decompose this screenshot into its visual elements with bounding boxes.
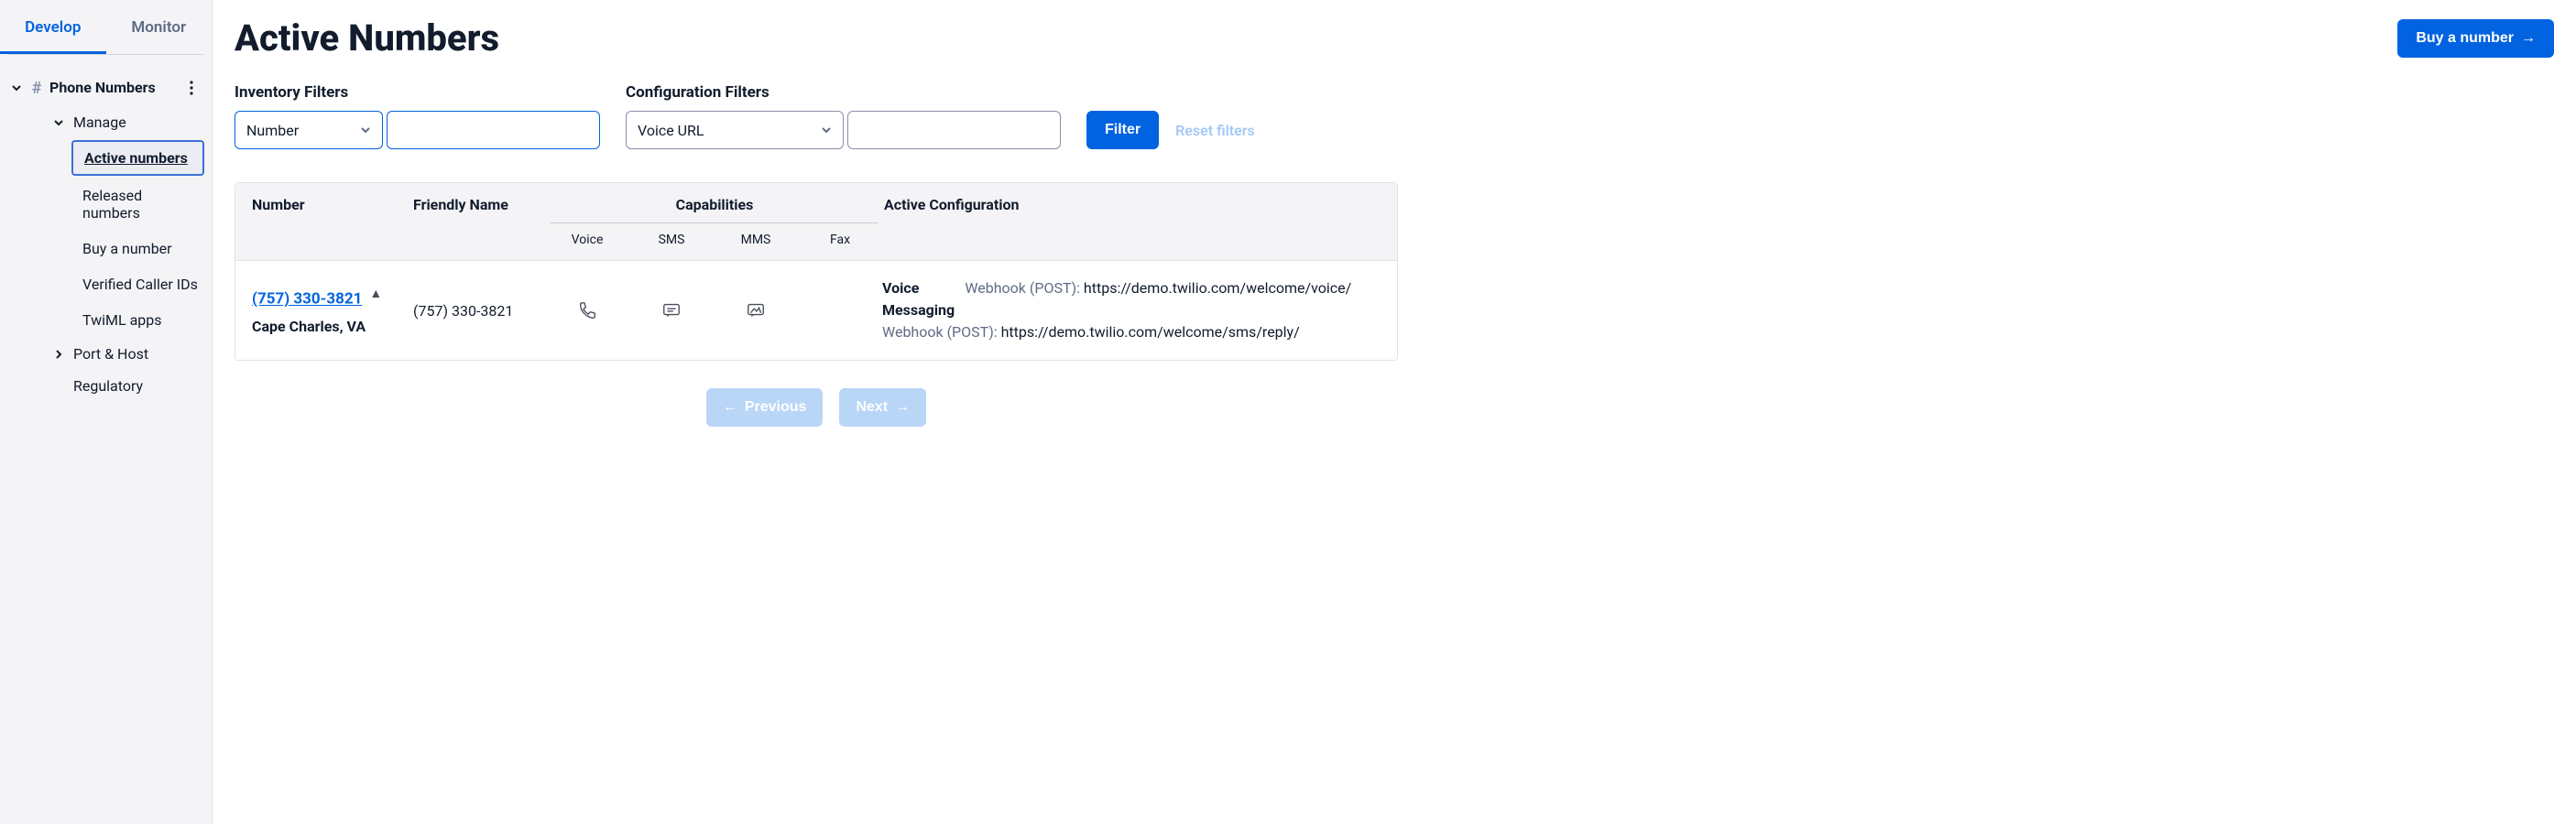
- col-header-sms: SMS: [629, 233, 714, 247]
- cell-active-configuration: Voice Webhook (POST): https://demo.twili…: [882, 277, 1395, 343]
- nav-leaf-label: Buy a number: [82, 240, 172, 257]
- table-row: (757) 330-3821 ▲ Cape Charles, VA (757) …: [235, 260, 1397, 360]
- buy-button-label: Buy a number: [2416, 30, 2514, 47]
- config-messaging-url: https://demo.twilio.com/welcome/sms/repl…: [1001, 323, 1300, 341]
- nav-leaf-label: Active numbers: [84, 149, 188, 167]
- header-row: Active Numbers Buy a number →: [235, 16, 2554, 60]
- inventory-select-value: Number: [246, 122, 299, 139]
- capability-sms-icon: [629, 300, 714, 320]
- previous-button[interactable]: ← Previous: [706, 388, 824, 427]
- next-label: Next: [856, 399, 888, 416]
- nav-leaf-label: TwiML apps: [82, 311, 162, 329]
- col-header-number: Number: [252, 196, 413, 213]
- chevron-down-icon: [9, 81, 24, 95]
- config-select-value: Voice URL: [638, 122, 704, 139]
- col-header-capabilities: Capabilities: [545, 196, 884, 213]
- config-voice-kind: Voice: [882, 279, 919, 297]
- hash-icon: #: [27, 79, 46, 98]
- arrow-right-icon: →: [2521, 30, 2536, 47]
- phone-number-link[interactable]: (757) 330-3821: [252, 290, 362, 309]
- nav-leaf-twiml-apps[interactable]: TwiML apps: [71, 302, 212, 338]
- config-voice-proto: Webhook (POST):: [965, 279, 1080, 297]
- nav-leaf-buy-a-number[interactable]: Buy a number: [71, 231, 212, 266]
- nav-section-phone-numbers[interactable]: # Phone Numbers: [0, 70, 212, 106]
- arrow-right-icon: →: [895, 399, 910, 416]
- filters-bar: Inventory Filters Number Configuration F…: [235, 83, 1425, 149]
- inventory-attribute-select[interactable]: Number: [235, 111, 383, 149]
- config-messaging-proto: Webhook (POST):: [882, 323, 998, 341]
- sidebar-tabs: Develop Monitor: [0, 0, 212, 54]
- configuration-filters-label: Configuration Filters: [626, 83, 1061, 102]
- numbers-table: Number Friendly Name Capabilities Active…: [235, 182, 1398, 361]
- config-messaging-kind: Messaging: [882, 301, 955, 319]
- col-header-voice: Voice: [545, 233, 629, 247]
- table-head: Number Friendly Name Capabilities Active…: [235, 183, 1397, 260]
- config-value-input[interactable]: [859, 122, 1049, 138]
- chevron-right-icon: [51, 347, 66, 362]
- inventory-value-input[interactable]: [398, 122, 588, 138]
- tab-monitor[interactable]: Monitor: [106, 0, 213, 54]
- capability-voice-icon: [545, 300, 629, 320]
- manage-leaf-list: Active numbers Released numbers Buy a nu…: [42, 140, 212, 338]
- nav-leaf-label: Verified Caller IDs: [82, 276, 198, 293]
- main-content: Active Numbers Buy a number → Inventory …: [213, 0, 2576, 824]
- cell-friendly-name: (757) 330-3821: [413, 302, 545, 320]
- inventory-filters-label: Inventory Filters: [235, 83, 600, 102]
- chevron-down-icon: [51, 115, 66, 130]
- buy-a-number-button[interactable]: Buy a number →: [2397, 19, 2554, 58]
- arrow-left-icon: ←: [723, 399, 737, 416]
- sidebar-nav: # Phone Numbers Manage Active numbers Re…: [0, 55, 212, 402]
- nav-regulatory-label: Regulatory: [73, 377, 143, 395]
- page-title: Active Numbers: [235, 16, 499, 60]
- subnav: Manage Active numbers Released numbers B…: [0, 106, 212, 402]
- config-voice-url: https://demo.twilio.com/welcome/voice/: [1084, 279, 1351, 297]
- reset-filters-link[interactable]: Reset filters: [1175, 122, 1255, 139]
- warning-icon: ▲: [369, 286, 382, 301]
- inventory-filters-group: Inventory Filters Number: [235, 83, 600, 149]
- nav-port-and-host[interactable]: Port & Host: [42, 338, 212, 370]
- kebab-menu-icon[interactable]: [180, 77, 202, 99]
- previous-label: Previous: [745, 399, 807, 416]
- inventory-value-input-wrap: [387, 111, 600, 149]
- cell-number: (757) 330-3821 ▲ Cape Charles, VA: [252, 286, 413, 334]
- tab-develop[interactable]: Develop: [0, 0, 106, 54]
- nav-leaf-active-numbers[interactable]: Active numbers: [71, 140, 204, 176]
- config-attribute-select[interactable]: Voice URL: [626, 111, 844, 149]
- filter-actions: Filter Reset filters: [1086, 111, 1255, 149]
- configuration-filters-group: Configuration Filters Voice URL: [626, 83, 1061, 149]
- phone-number-location: Cape Charles, VA: [252, 318, 413, 335]
- nav-port-host-label: Port & Host: [73, 345, 148, 363]
- chevron-down-icon: [360, 125, 371, 136]
- next-button[interactable]: Next →: [839, 388, 926, 427]
- capabilities-underline: [551, 222, 879, 223]
- nav-manage[interactable]: Manage: [42, 106, 212, 138]
- filter-button[interactable]: Filter: [1086, 111, 1159, 149]
- sidebar: Develop Monitor # Phone Numbers: [0, 0, 213, 824]
- col-header-friendly: Friendly Name: [413, 196, 545, 213]
- col-header-mms: MMS: [714, 233, 798, 247]
- nav-leaf-released-numbers[interactable]: Released numbers: [71, 178, 212, 231]
- nav-manage-label: Manage: [73, 114, 126, 131]
- nav-leaf-label: Released numbers: [82, 187, 142, 222]
- nav-leaf-verified-caller-ids[interactable]: Verified Caller IDs: [71, 266, 212, 302]
- nav-regulatory[interactable]: Regulatory: [42, 370, 212, 402]
- capability-mms-icon: [714, 300, 798, 320]
- config-value-input-wrap: [847, 111, 1061, 149]
- pagination: ← Previous Next →: [235, 388, 1398, 427]
- chevron-down-icon: [821, 125, 832, 136]
- col-header-active-configuration: Active Configuration: [884, 196, 1397, 213]
- nav-section-label: Phone Numbers: [49, 79, 156, 96]
- col-header-fax: Fax: [798, 233, 882, 247]
